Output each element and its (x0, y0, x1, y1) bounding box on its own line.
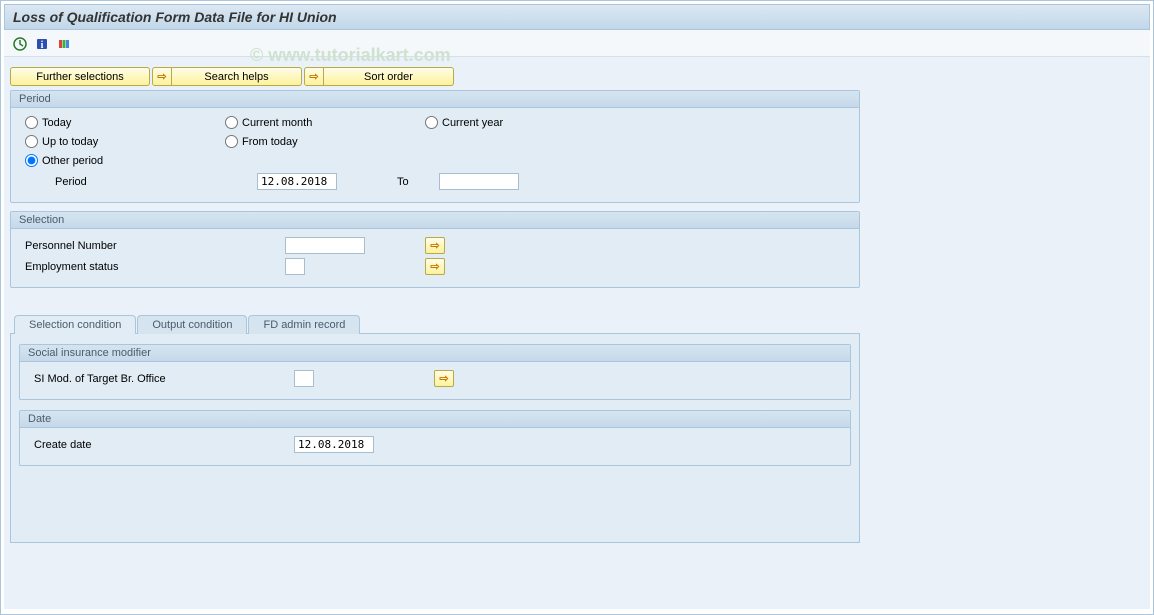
employment-status-multi-icon[interactable]: ⇨ (425, 258, 445, 275)
si-modifier-title: Social insurance modifier (20, 345, 850, 362)
radio-other-period-label: Other period (42, 155, 103, 167)
personnel-number-multi-icon[interactable]: ⇨ (425, 237, 445, 254)
search-helps-arrow-icon[interactable]: ⇨ (152, 67, 172, 86)
further-selections-button[interactable]: Further selections (10, 67, 150, 86)
period-group-title: Period (11, 91, 859, 108)
date-group: Date Create date (19, 410, 851, 466)
sort-order-button[interactable]: Sort order (324, 67, 454, 86)
radio-current-year-label: Current year (442, 117, 503, 129)
tab-body: Social insurance modifier SI Mod. of Tar… (10, 333, 860, 543)
radio-other-period[interactable] (25, 154, 38, 167)
sort-order-arrow-icon[interactable]: ⇨ (304, 67, 324, 86)
tab-fd-admin-record[interactable]: FD admin record (248, 315, 360, 334)
si-mod-multi-icon[interactable]: ⇨ (434, 370, 454, 387)
radio-current-month[interactable] (225, 116, 238, 129)
employment-status-input[interactable] (285, 258, 305, 275)
radio-today[interactable] (25, 116, 38, 129)
period-to-label: To (397, 176, 409, 188)
employment-status-label: Employment status (25, 261, 285, 273)
radio-current-year[interactable] (425, 116, 438, 129)
variant-icon[interactable] (56, 36, 72, 52)
selection-group: Selection Personnel Number ⇨ Employment … (10, 211, 860, 288)
execute-icon[interactable] (12, 36, 28, 52)
svg-text:i: i (41, 40, 44, 51)
radio-current-month-label: Current month (242, 117, 312, 129)
page-title: Loss of Qualification Form Data File for… (4, 4, 1150, 30)
si-mod-label: SI Mod. of Target Br. Office (34, 373, 294, 385)
selection-group-title: Selection (11, 212, 859, 229)
period-group: Period Today Current month Current year … (10, 90, 860, 203)
tab-output-condition[interactable]: Output condition (137, 315, 247, 334)
personnel-number-label: Personnel Number (25, 240, 285, 252)
period-to-input[interactable] (439, 173, 519, 190)
radio-from-today[interactable] (225, 135, 238, 148)
si-modifier-group: Social insurance modifier SI Mod. of Tar… (19, 344, 851, 400)
app-toolbar: i (4, 30, 1150, 57)
radio-today-label: Today (42, 117, 71, 129)
radio-up-to-today-label: Up to today (42, 136, 98, 148)
radio-from-today-label: From today (242, 136, 298, 148)
period-field-label: Period (25, 176, 257, 188)
si-mod-input[interactable] (294, 370, 314, 387)
create-date-input[interactable] (294, 436, 374, 453)
tab-strip: Selection condition Output condition FD … (14, 315, 1144, 334)
search-helps-button[interactable]: Search helps (172, 67, 302, 86)
radio-up-to-today[interactable] (25, 135, 38, 148)
info-icon[interactable]: i (34, 36, 50, 52)
personnel-number-input[interactable] (285, 237, 365, 254)
period-from-input[interactable] (257, 173, 337, 190)
tab-selection-condition[interactable]: Selection condition (14, 315, 136, 334)
create-date-label: Create date (34, 439, 294, 451)
date-group-title: Date (20, 411, 850, 428)
